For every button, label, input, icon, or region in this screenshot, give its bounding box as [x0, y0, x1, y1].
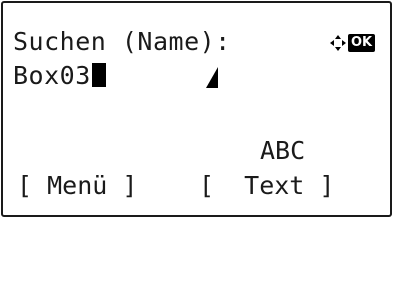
- menu-softkey[interactable]: [ Menü ]: [17, 171, 137, 201]
- input-value: Box03: [13, 61, 91, 90]
- ok-key-icon: OK: [348, 34, 376, 52]
- text-softkey[interactable]: [ Text ]: [199, 171, 334, 201]
- lcd-panel: Suchen (Name): OK Box03 ABC [ Menü ] [ T…: [1, 1, 392, 217]
- input-mode-label: ABC: [260, 136, 306, 165]
- name-search-input[interactable]: Box03: [13, 61, 106, 91]
- nav-ok-indicator: OK: [330, 33, 376, 53]
- softkey-bar: [ Menü ] [ Text ]: [17, 171, 334, 291]
- screen-title: Suchen (Name):: [13, 27, 231, 56]
- triangle-marker-icon: [206, 67, 218, 88]
- text-cursor: [91, 63, 106, 87]
- dpad-arrows-icon: [330, 35, 346, 51]
